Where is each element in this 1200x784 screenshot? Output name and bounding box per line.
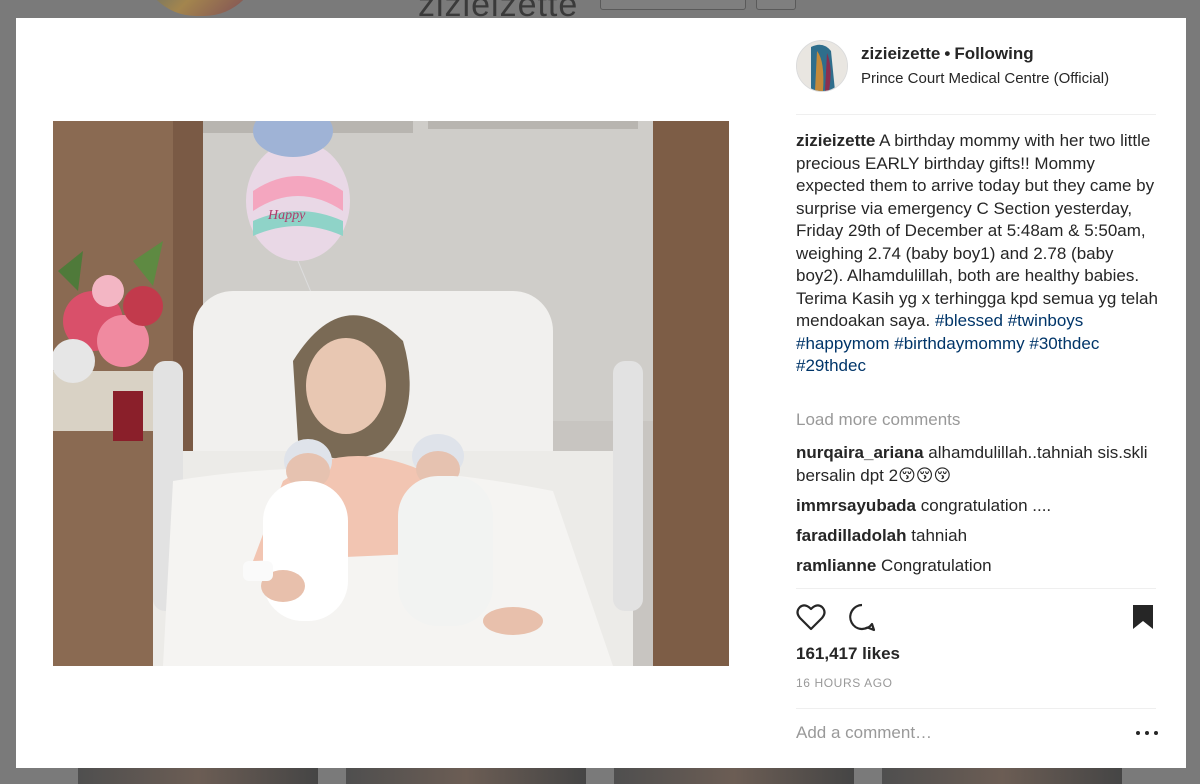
comment-text: Congratulation — [881, 555, 992, 575]
author-username[interactable]: zizieizette — [861, 44, 940, 63]
add-comment-input[interactable] — [796, 718, 1136, 748]
comment-item: nurqaira_ariana alhamdulillah..tahniah s… — [796, 442, 1156, 487]
caption-username[interactable]: zizieizette — [796, 131, 875, 150]
background-following-button[interactable] — [600, 0, 746, 10]
caption-text: A birthday mommy with her two little pre… — [796, 131, 1158, 330]
post-timestamp[interactable]: 16 HOURS AGO — [796, 676, 893, 690]
background-post-thumbnail[interactable] — [882, 768, 1122, 784]
comment-username[interactable]: ramlianne — [796, 556, 876, 575]
post-caption: zizieizette A birthday mommy with her tw… — [796, 130, 1158, 378]
author-avatar[interactable] — [796, 40, 848, 92]
comment-item: immrsayubada congratulation .... — [796, 495, 1156, 518]
comment-username[interactable]: nurqaira_ariana — [796, 443, 924, 462]
post-location[interactable]: Prince Court Medical Centre (Official) — [861, 70, 1109, 87]
post-photo-illustration: Happy — [53, 121, 729, 666]
comments-list: nurqaira_ariana alhamdulillah..tahniah s… — [796, 442, 1156, 585]
likes-count[interactable]: 161,417 likes — [796, 644, 900, 664]
post-photo[interactable]: Happy — [53, 121, 729, 666]
header-divider — [796, 114, 1156, 115]
ellipsis-icon[interactable] — [1136, 724, 1158, 742]
post-side-panel: zizieizette • Following Prince Court Medic… — [796, 18, 1158, 768]
comment-item: faradilladolah tahniah — [796, 525, 1156, 548]
post-modal: Happy zizieizette • Following Prince Cou… — [16, 18, 1186, 768]
background-post-thumbnail[interactable] — [346, 768, 586, 784]
background-options-button[interactable] — [756, 0, 796, 10]
svg-text:Happy: Happy — [267, 208, 306, 223]
comment-text: congratulation .... — [920, 495, 1052, 515]
actions-divider — [796, 588, 1156, 589]
heart-icon[interactable] — [796, 602, 826, 632]
comment-bubble-icon[interactable] — [847, 602, 877, 632]
author-avatar-image — [797, 41, 847, 91]
following-button[interactable]: Following — [954, 44, 1033, 63]
load-more-comments-button[interactable]: Load more comments — [796, 410, 960, 430]
comment-username[interactable]: immrsayubada — [796, 496, 916, 515]
background-post-grid — [0, 768, 1200, 784]
bookmark-icon[interactable] — [1128, 602, 1158, 632]
background-profile-avatar — [140, 0, 260, 16]
comment-item: ramlianne Congratulation — [796, 555, 1156, 578]
post-header: zizieizette • Following Prince Court Medic… — [796, 40, 1156, 96]
post-actions — [796, 602, 1156, 636]
comment-box-divider — [796, 708, 1156, 709]
background-post-thumbnail[interactable] — [614, 768, 854, 784]
author-name-row: zizieizette • Following — [861, 44, 1034, 64]
comment-username[interactable]: faradilladolah — [796, 526, 907, 545]
comment-text: tahniah — [911, 525, 968, 545]
background-post-thumbnail[interactable] — [78, 768, 318, 784]
name-separator: • — [944, 44, 951, 63]
